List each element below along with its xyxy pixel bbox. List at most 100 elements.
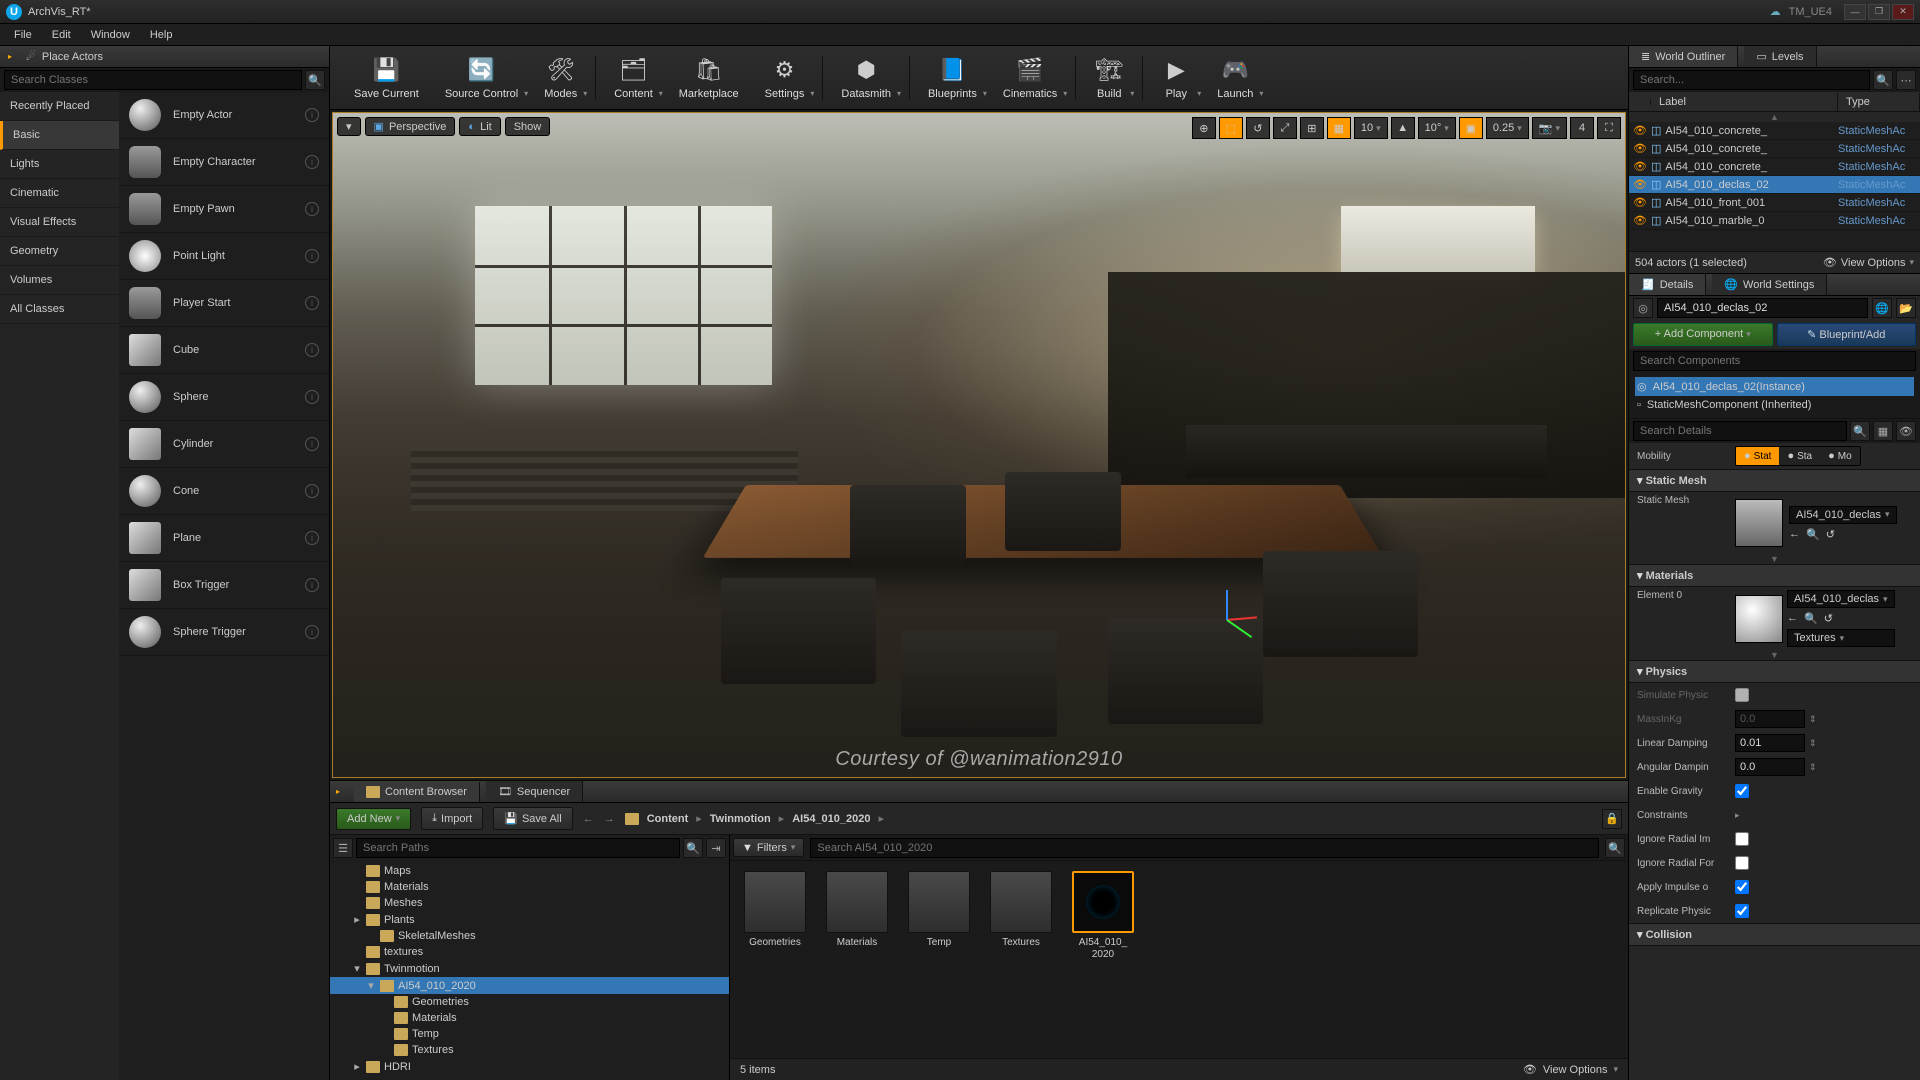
viewport-tool-button[interactable]: 0.25▾ [1486,117,1529,139]
place-category[interactable]: Geometry [0,237,119,266]
disclosure-icon[interactable]: ▾ [366,979,376,992]
viewport-tool-button[interactable]: 📷▾ [1532,117,1567,139]
toolbar-source-control[interactable]: 🔄Source Control▾ [433,51,530,104]
checkbox[interactable] [1735,688,1749,702]
view-options-button[interactable]: View Options [1543,1064,1608,1076]
tree-folder[interactable]: Temp [330,1026,729,1042]
place-category[interactable]: Volumes [0,266,119,295]
toolbar-launch[interactable]: 🎮Launch▾ [1205,51,1265,104]
toolbar-blueprints[interactable]: 📘Blueprints▾ [916,51,989,104]
menu-window[interactable]: Window [81,26,140,44]
search-icon[interactable]: 🔍 [683,838,703,858]
toolbar-content[interactable]: 🗂Content▾ [602,51,665,104]
textures-dropdown[interactable]: Textures▾ [1787,629,1895,647]
viewport-menu-button[interactable]: ▾ [337,117,361,136]
checkbox[interactable] [1735,856,1749,870]
outliner-row[interactable]: 👁◫AI54_010_concrete_StaticMeshAc [1629,140,1920,158]
asset-search-input[interactable] [810,838,1599,858]
viewport-tool-button[interactable]: ▲ [1391,117,1415,139]
spinner-icon[interactable]: ⇕ [1809,762,1817,773]
menu-file[interactable]: File [4,26,42,44]
disclosure-icon[interactable]: ▸ [352,913,362,926]
history-back-button[interactable]: ← [583,813,594,825]
visibility-icon[interactable]: 👁 [1633,214,1647,227]
use-selected-icon[interactable]: ← [1787,612,1798,625]
tab-sequencer[interactable]: 🎞Sequencer [486,781,583,802]
mobility-option[interactable]: ●Sta [1779,447,1820,465]
tab-content-browser[interactable]: Content Browser [354,782,480,802]
search-icon[interactable]: 🔍 [1850,421,1870,441]
search-paths-input[interactable] [356,838,680,858]
search-icon[interactable]: 🔍 [1873,70,1893,90]
search-icon[interactable]: 🔍 [1605,838,1625,858]
checkbox[interactable] [1735,832,1749,846]
place-actors-search[interactable] [4,70,302,90]
place-actor-item[interactable]: Empty Pawni [119,186,329,233]
place-category[interactable]: Cinematic [0,179,119,208]
tree-folder[interactable]: ▾Twinmotion [330,960,729,977]
asset-item[interactable]: Temp [904,871,974,1048]
info-icon[interactable]: i [305,249,319,263]
section-collision[interactable]: ▾ Collision [1629,923,1920,946]
place-actor-item[interactable]: Player Starti [119,280,329,327]
place-actor-item[interactable]: Cylinderi [119,421,329,468]
visibility-icon[interactable]: 👁 [1633,196,1647,209]
info-icon[interactable]: i [305,390,319,404]
tree-folder[interactable]: ▸Plants [330,911,729,928]
viewport-tool-button[interactable]: 10▾ [1354,117,1388,139]
place-category[interactable]: Lights [0,150,119,179]
filters-button[interactable]: ▼ Filters ▾ [733,838,804,857]
info-icon[interactable]: i [305,343,319,357]
cloud-icon[interactable]: ☁ [1770,5,1781,18]
tab-details[interactable]: 🧾Details [1629,274,1706,295]
breadcrumb-segment[interactable]: AI54_010_2020 [792,813,870,825]
browse-icon[interactable]: 🌐 [1872,298,1892,318]
visibility-icon[interactable]: 👁 [1633,178,1647,191]
info-icon[interactable]: i [305,484,319,498]
collapse-icon[interactable]: ⇥ [706,838,726,858]
toolbar-modes[interactable]: 🛠Modes▾ [532,51,589,104]
component-item[interactable]: ◎AI54_010_declas_02(Instance) [1635,377,1914,396]
sources-toggle-icon[interactable]: ☰ [333,838,353,858]
asset-item[interactable]: AI54_010_ 2020 [1068,871,1138,1048]
close-button[interactable]: ✕ [1892,4,1914,20]
number-input[interactable] [1735,734,1805,752]
visibility-icon[interactable]: 👁 [1633,160,1647,173]
import-button[interactable]: ⤓ Import [421,807,483,830]
disclosure-icon[interactable]: ▾ [352,962,362,975]
viewport-show-button[interactable]: Show [505,117,551,136]
property-matrix-icon[interactable]: ▦ [1873,421,1893,441]
dock-chevron-icon[interactable]: ▸ [8,52,16,61]
viewport-tool-button[interactable]: ▣ [1459,117,1483,139]
dock-chevron-icon[interactable]: ▸ [336,787,344,796]
tree-folder[interactable]: textures [330,944,729,960]
use-selected-icon[interactable]: ← [1789,528,1800,541]
minimize-button[interactable]: — [1844,4,1866,20]
viewport-tool-button[interactable]: ▦ [1327,117,1351,139]
mobility-segmented[interactable]: ●Stat●Sta●Mo [1735,446,1861,466]
viewport-tool-button[interactable]: ⛶ [1597,117,1621,139]
toolbar-datasmith[interactable]: ⬢Datasmith▾ [829,51,903,104]
viewport-tool-button[interactable]: ⤢ [1273,117,1297,139]
material-thumbnail[interactable] [1735,595,1783,643]
breadcrumb[interactable]: Content▸Twinmotion▸AI54_010_2020▸ [625,812,884,825]
section-static-mesh[interactable]: ▾ Static Mesh [1629,469,1920,492]
tree-folder[interactable]: Maps [330,863,729,879]
reset-icon[interactable]: ↺ [1826,528,1835,541]
component-item[interactable]: ▫StaticMeshComponent (Inherited) [1635,396,1914,414]
place-actor-item[interactable]: Spherei [119,374,329,421]
toolbar-settings[interactable]: ⚙Settings▾ [753,51,817,104]
spinner-icon[interactable]: ⇕ [1809,714,1817,725]
disclosure-icon[interactable]: ▸ [352,1060,362,1073]
place-category[interactable]: Visual Effects [0,208,119,237]
viewport-tool-button[interactable]: ↺ [1246,117,1270,139]
restore-button[interactable]: ❐ [1868,4,1890,20]
section-materials[interactable]: ▾ Materials [1629,564,1920,587]
asset-item[interactable]: Materials [822,871,892,1048]
tree-folder[interactable]: ▸HDRI [330,1058,729,1075]
breadcrumb-segment[interactable]: Twinmotion [710,813,771,825]
viewport-perspective-button[interactable]: ▣Perspective [365,117,456,136]
reset-icon[interactable]: ↺ [1824,612,1833,625]
info-icon[interactable]: i [305,625,319,639]
menu-edit[interactable]: Edit [42,26,81,44]
